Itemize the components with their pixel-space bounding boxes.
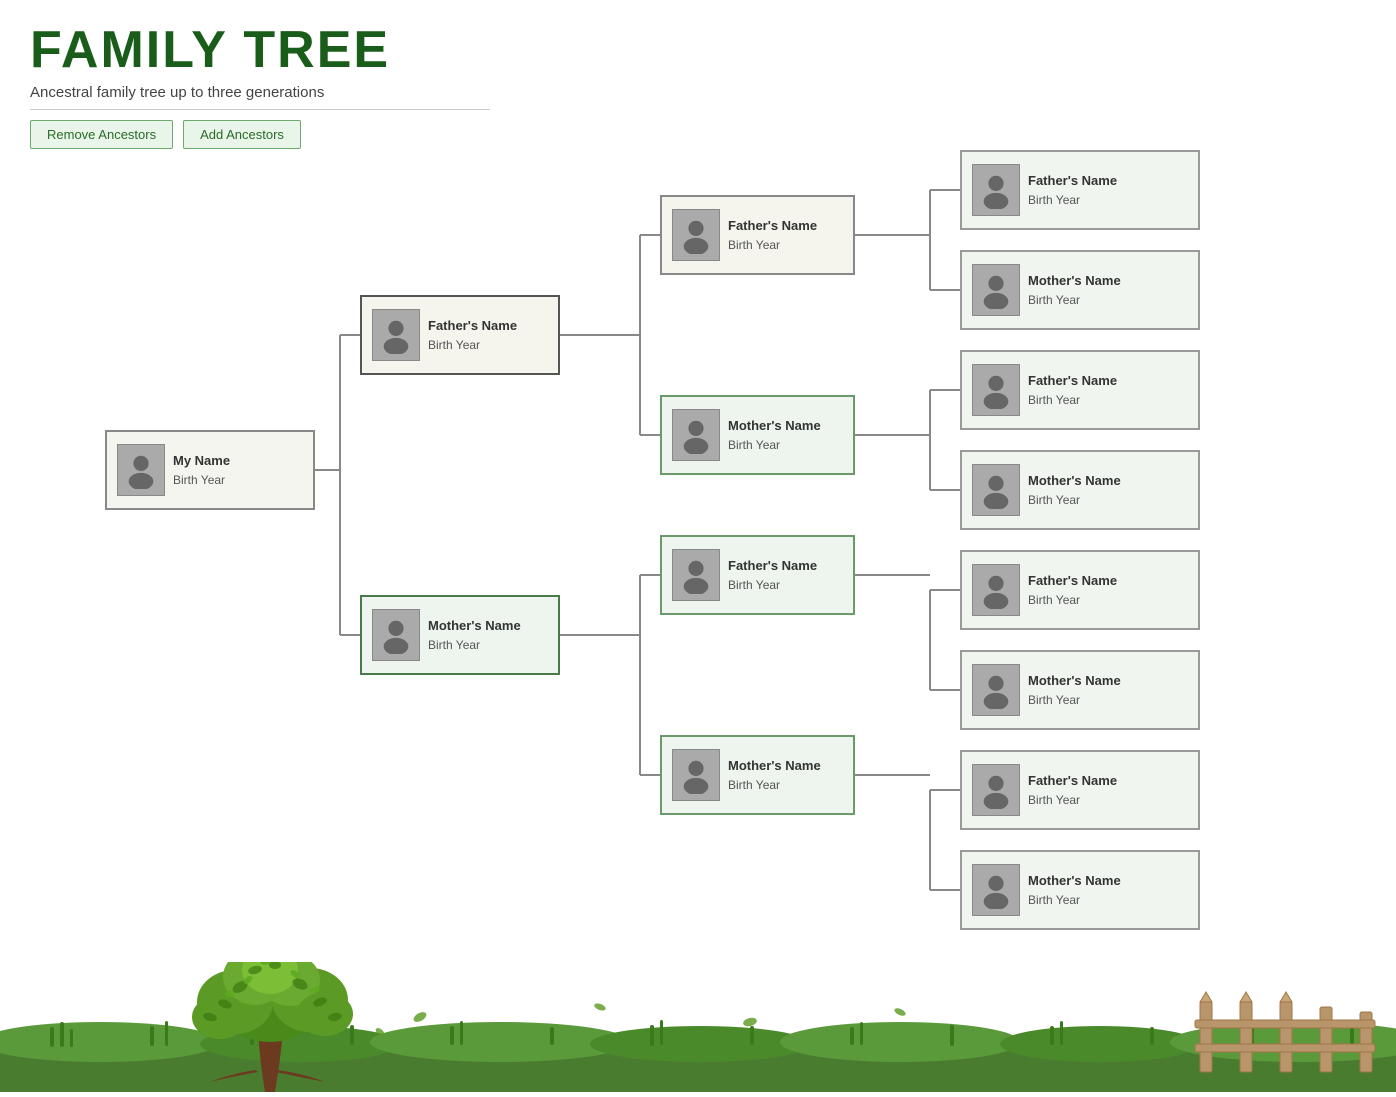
name-mf: Father's Name — [728, 557, 843, 575]
year-mother: Birth Year — [428, 637, 548, 654]
info-mfm: Mother's Name Birth Year — [1028, 672, 1188, 709]
person-mm[interactable]: Mother's Name Birth Year — [660, 735, 855, 815]
avatar-ff — [672, 209, 720, 261]
avatar-me — [117, 444, 165, 496]
year-father: Birth Year — [428, 337, 548, 354]
avatar-mmf — [972, 764, 1020, 816]
year-fmf: Birth Year — [1028, 392, 1188, 409]
avatar-fm — [672, 409, 720, 461]
name-ff: Father's Name — [728, 217, 843, 235]
person-fmf[interactable]: Father's Name Birth Year — [960, 350, 1200, 430]
info-mmf: Father's Name Birth Year — [1028, 772, 1188, 809]
name-mff: Father's Name — [1028, 572, 1188, 590]
person-mf[interactable]: Father's Name Birth Year — [660, 535, 855, 615]
info-fmf: Father's Name Birth Year — [1028, 372, 1188, 409]
info-ff: Father's Name Birth Year — [728, 217, 843, 254]
person-mfm[interactable]: Mother's Name Birth Year — [960, 650, 1200, 730]
year-fff: Birth Year — [1028, 192, 1188, 209]
name-fmf: Father's Name — [1028, 372, 1188, 390]
name-me: My Name — [173, 452, 303, 470]
year-mm: Birth Year — [728, 777, 843, 794]
info-mmm: Mother's Name Birth Year — [1028, 872, 1188, 909]
info-fmm: Mother's Name Birth Year — [1028, 472, 1188, 509]
name-ffm: Mother's Name — [1028, 272, 1188, 290]
name-mm: Mother's Name — [728, 757, 843, 775]
name-father: Father's Name — [428, 317, 548, 335]
info-mff: Father's Name Birth Year — [1028, 572, 1188, 609]
name-mmf: Father's Name — [1028, 772, 1188, 790]
person-mother[interactable]: Mother's Name Birth Year — [360, 595, 560, 675]
info-ffm: Mother's Name Birth Year — [1028, 272, 1188, 309]
info-fff: Father's Name Birth Year — [1028, 172, 1188, 209]
person-ffm[interactable]: Mother's Name Birth Year — [960, 250, 1200, 330]
person-ff[interactable]: Father's Name Birth Year — [660, 195, 855, 275]
tree-area: My Name Birth Year Father's Name Birth Y… — [0, 140, 1396, 990]
info-me: My Name Birth Year — [173, 452, 303, 489]
person-me[interactable]: My Name Birth Year — [105, 430, 315, 510]
info-mm: Mother's Name Birth Year — [728, 757, 843, 794]
page-title: FAMILY TREE — [30, 20, 1366, 80]
name-fmm: Mother's Name — [1028, 472, 1188, 490]
person-fmm[interactable]: Mother's Name Birth Year — [960, 450, 1200, 530]
avatar-father — [372, 309, 420, 361]
deco-svg — [0, 962, 1396, 1092]
person-mmf[interactable]: Father's Name Birth Year — [960, 750, 1200, 830]
name-mother: Mother's Name — [428, 617, 548, 635]
info-mother: Mother's Name Birth Year — [428, 617, 548, 654]
name-mmm: Mother's Name — [1028, 872, 1188, 890]
avatar-mfm — [972, 664, 1020, 716]
year-mf: Birth Year — [728, 577, 843, 594]
subtitle: Ancestral family tree up to three genera… — [30, 84, 490, 110]
name-fff: Father's Name — [1028, 172, 1188, 190]
bottom-decoration — [0, 962, 1396, 1092]
avatar-mf — [672, 549, 720, 601]
year-ffm: Birth Year — [1028, 292, 1188, 309]
person-mff[interactable]: Father's Name Birth Year — [960, 550, 1200, 630]
avatar-fff — [972, 164, 1020, 216]
name-mfm: Mother's Name — [1028, 672, 1188, 690]
year-me: Birth Year — [173, 472, 303, 489]
year-fmm: Birth Year — [1028, 492, 1188, 509]
info-mf: Father's Name Birth Year — [728, 557, 843, 594]
avatar-mother — [372, 609, 420, 661]
year-mff: Birth Year — [1028, 592, 1188, 609]
avatar-fmm — [972, 464, 1020, 516]
info-father: Father's Name Birth Year — [428, 317, 548, 354]
header: FAMILY TREE Ancestral family tree up to … — [0, 0, 1396, 159]
name-fm: Mother's Name — [728, 417, 843, 435]
year-fm: Birth Year — [728, 437, 843, 454]
avatar-mff — [972, 564, 1020, 616]
avatar-fmf — [972, 364, 1020, 416]
year-ff: Birth Year — [728, 237, 843, 254]
person-mmm[interactable]: Mother's Name Birth Year — [960, 850, 1200, 930]
avatar-mmm — [972, 864, 1020, 916]
person-fff[interactable]: Father's Name Birth Year — [960, 150, 1200, 230]
avatar-ffm — [972, 264, 1020, 316]
info-fm: Mother's Name Birth Year — [728, 417, 843, 454]
year-mmm: Birth Year — [1028, 892, 1188, 909]
person-fm[interactable]: Mother's Name Birth Year — [660, 395, 855, 475]
year-mfm: Birth Year — [1028, 692, 1188, 709]
person-father[interactable]: Father's Name Birth Year — [360, 295, 560, 375]
year-mmf: Birth Year — [1028, 792, 1188, 809]
avatar-mm — [672, 749, 720, 801]
